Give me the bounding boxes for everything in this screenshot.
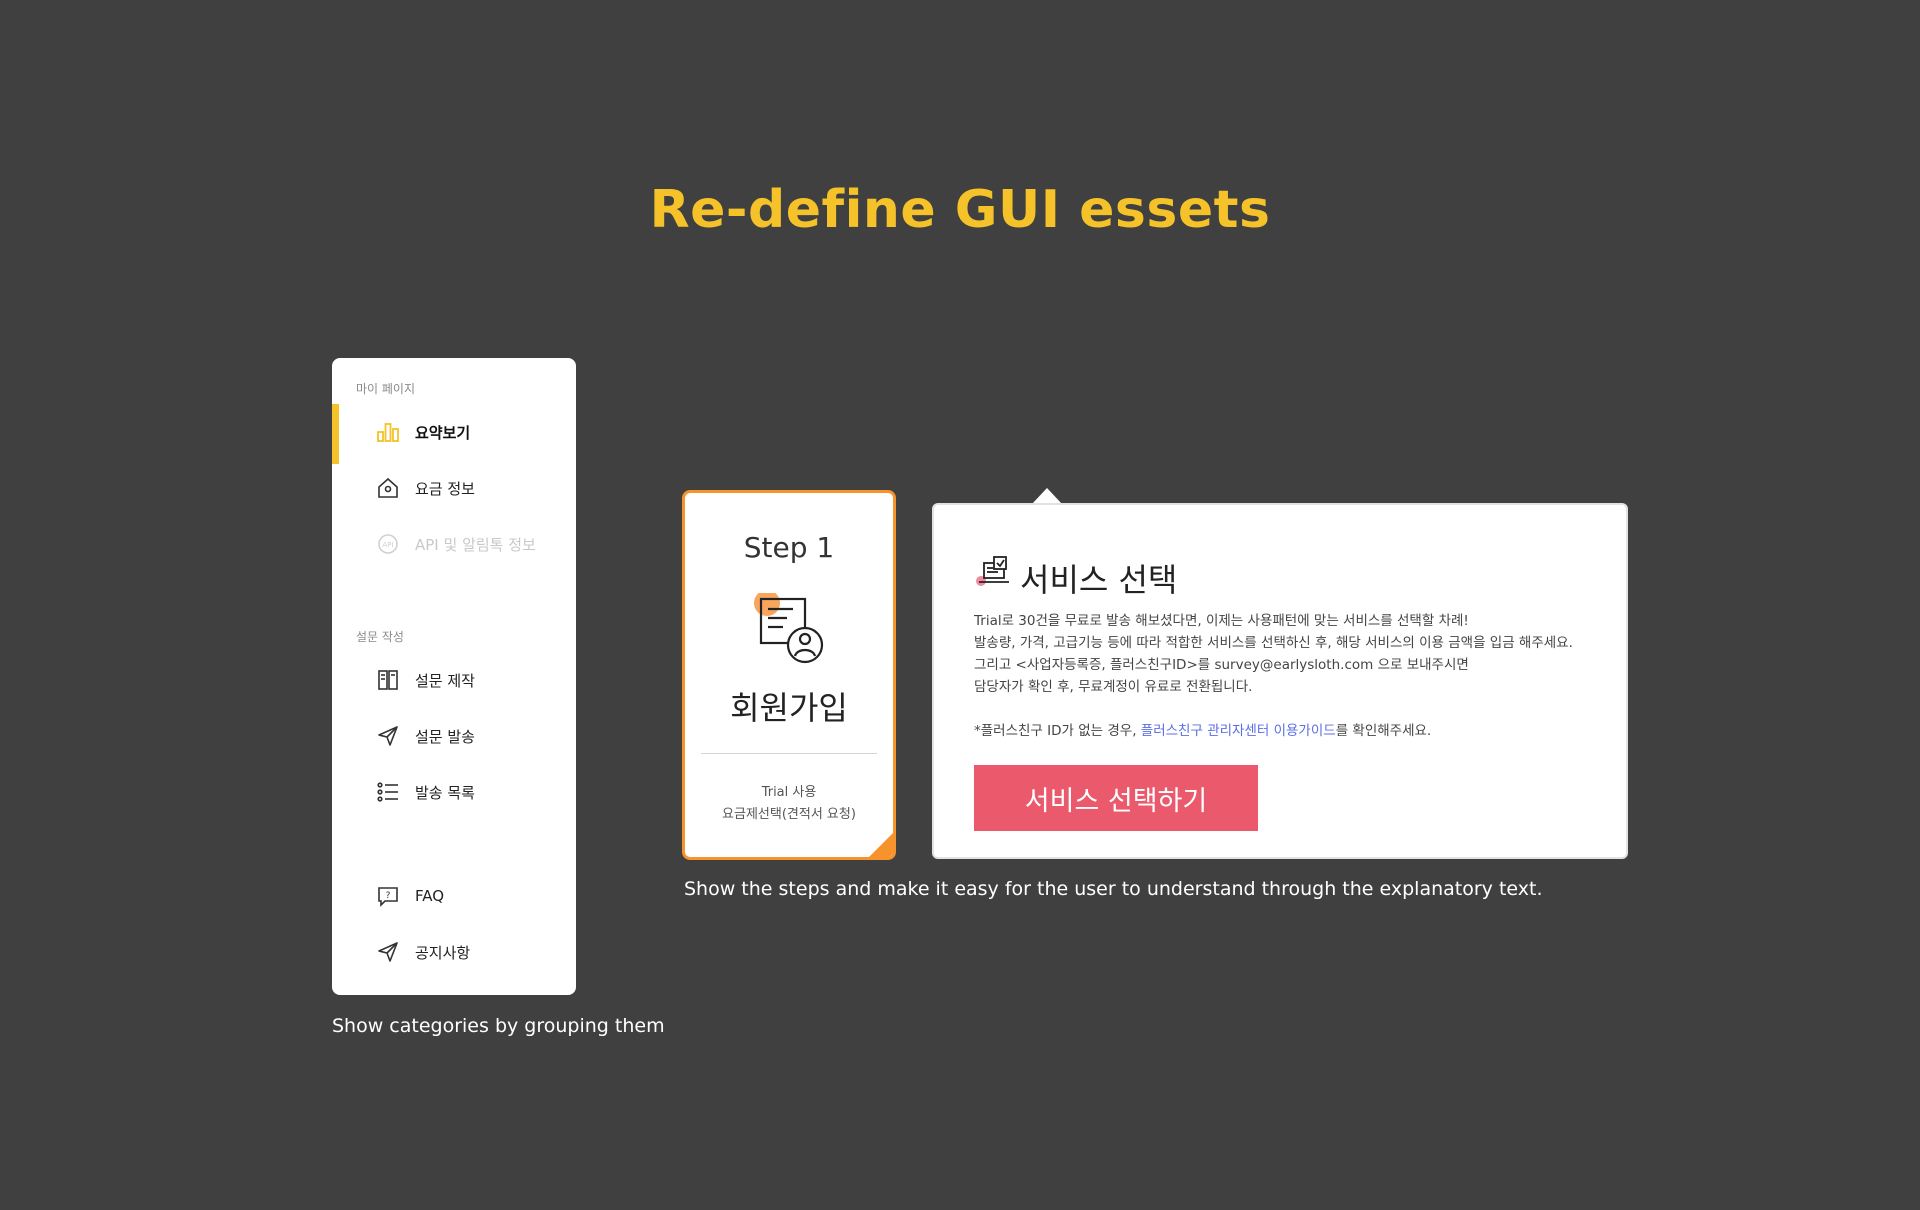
select-service-button[interactable]: 서비스 선택하기 xyxy=(974,765,1258,831)
steps-caption: Show the steps and make it easy for the … xyxy=(684,878,1543,900)
step-corner-marker xyxy=(869,833,893,857)
panel-description-line: 담당자가 확인 후, 무료계정이 유료로 전환됩니다. xyxy=(974,679,1253,695)
panel-pointer xyxy=(1032,488,1062,504)
sidebar-item-label: 발송 목록 xyxy=(415,783,475,802)
step-subtitle-2: 요금제선택(견적서 요청) xyxy=(722,807,856,822)
sidebar-section-mypage: 마이 페이지 xyxy=(356,382,416,396)
sidebar-item-label: 설문 제작 xyxy=(415,671,475,690)
send-icon xyxy=(374,938,402,966)
sidebar-menu: 마이 페이지 요약보기 요금 정보 API API 및 알림톡 정보 설문 작성… xyxy=(332,358,576,995)
sidebar-caption: Show categories by grouping them xyxy=(332,1015,665,1037)
sidebar-item-summary[interactable]: 요약보기 xyxy=(332,404,576,464)
step-subtitle-1: Trial 사용 xyxy=(761,785,817,800)
sidebar-item-send-list[interactable]: 발송 목록 xyxy=(332,764,576,820)
sidebar-item-api[interactable]: API API 및 알림톡 정보 xyxy=(332,516,576,572)
panel-note: *플러스친구 ID가 없는 경우, 플러스친구 관리자센터 이용가이드를 확인해… xyxy=(974,719,1431,739)
step-card[interactable]: Step 1 회원가입 Trial 사용 요금제선택(견적서 요청) xyxy=(682,490,896,860)
send-icon xyxy=(374,722,402,750)
panel-title: 서비스 선택 xyxy=(1020,561,1178,599)
signup-document-icon xyxy=(753,590,827,669)
panel-note-suffix: 를 확인해주세요. xyxy=(1335,723,1432,739)
panel-description-line: Trial로 30건을 무료로 발송 해보셨다면, 이제는 사용패턴에 맞는 서… xyxy=(974,613,1469,629)
sidebar-item-label: 요금 정보 xyxy=(415,479,475,498)
sidebar-item-label: API 및 알림톡 정보 xyxy=(415,535,536,554)
sidebar-item-label: 요약보기 xyxy=(415,423,471,442)
house-icon xyxy=(374,474,402,502)
sidebar-item-label: 공지사항 xyxy=(415,943,471,962)
panel-description-line: 그리고 <사업자등록증, 플러스친구ID>를 survey@earlysloth… xyxy=(974,657,1469,673)
plusfriend-guide-link[interactable]: 플러스친구 관리자센터 이용가이드 xyxy=(1141,723,1336,739)
list-icon xyxy=(374,778,402,806)
api-icon: API xyxy=(374,530,402,558)
sidebar-item-survey-create[interactable]: 설문 제작 xyxy=(332,652,576,708)
laptop-check-icon xyxy=(976,555,1010,593)
faq-icon: ? xyxy=(374,882,402,910)
service-select-panel: 서비스 선택 Trial로 30건을 무료로 발송 해보셨다면, 이제는 사용패… xyxy=(932,503,1628,859)
active-indicator xyxy=(332,404,339,464)
sidebar-item-faq[interactable]: ? FAQ xyxy=(332,868,576,924)
survey-edit-icon xyxy=(374,666,402,694)
sidebar-item-label: 설문 발송 xyxy=(415,727,475,746)
sidebar-item-label: FAQ xyxy=(415,887,445,905)
panel-note-prefix: *플러스친구 ID가 없는 경우, xyxy=(974,723,1141,739)
sidebar-section-survey: 설문 작성 xyxy=(356,630,404,644)
sidebar-item-pricing[interactable]: 요금 정보 xyxy=(332,460,576,516)
step-divider xyxy=(701,753,877,754)
svg-text:?: ? xyxy=(386,891,391,901)
svg-text:API: API xyxy=(382,541,393,549)
step-label: Step 1 xyxy=(743,531,835,564)
page-title: Re-define GUI essets xyxy=(649,180,1271,240)
bar-chart-icon xyxy=(374,418,402,446)
step-title: 회원가입 xyxy=(730,689,848,727)
sidebar-item-notice[interactable]: 공지사항 xyxy=(332,924,576,980)
panel-description-line: 발송량, 가격, 고급기능 등에 따라 적합한 서비스를 선택하신 후, 해당 … xyxy=(974,635,1573,651)
sidebar-item-survey-send[interactable]: 설문 발송 xyxy=(332,708,576,764)
